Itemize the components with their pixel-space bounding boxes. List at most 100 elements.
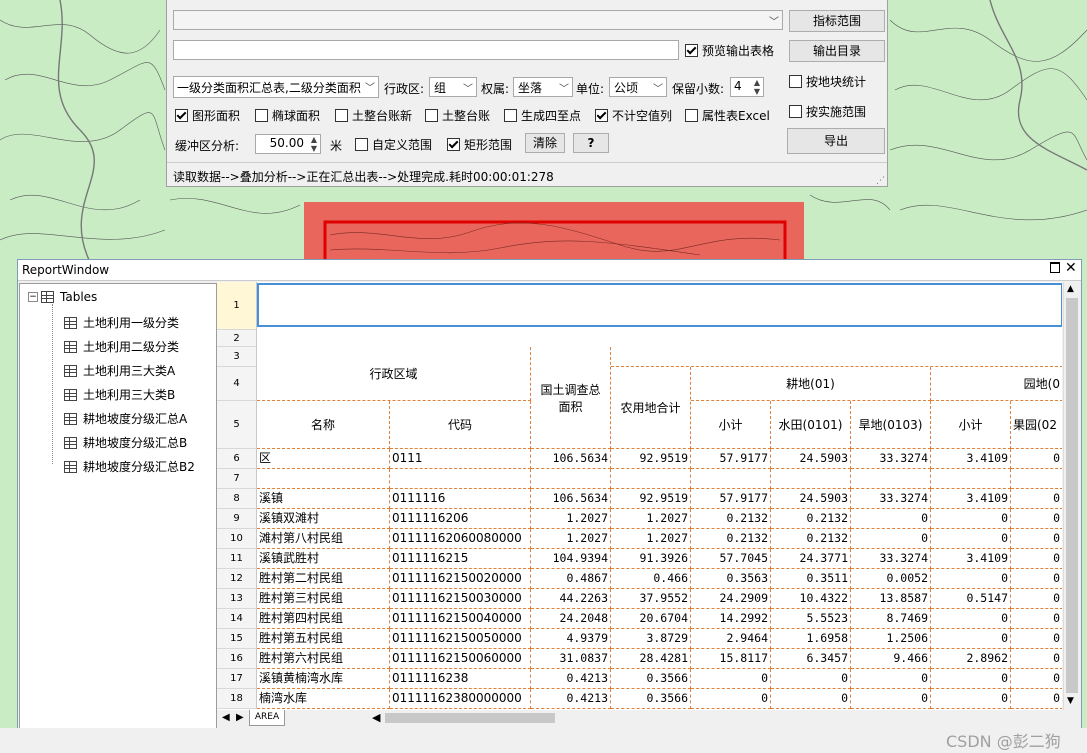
row-header[interactable]: 7 bbox=[217, 469, 257, 489]
row-header[interactable]: 5 bbox=[217, 401, 257, 449]
cell-gsub[interactable]: 0 bbox=[931, 529, 1011, 549]
cell-sub[interactable]: 0 bbox=[691, 689, 771, 709]
collapse-icon[interactable]: − bbox=[28, 292, 38, 302]
cell-dry[interactable]: 33.3274 bbox=[851, 549, 931, 569]
selected-cell[interactable] bbox=[257, 283, 1062, 327]
cell-paddy[interactable]: 0 bbox=[771, 669, 851, 689]
cell-survey[interactable] bbox=[531, 469, 611, 489]
row-header[interactable]: 16 bbox=[217, 649, 257, 669]
cell-orch[interactable]: 0 bbox=[1011, 609, 1062, 629]
spinner-icon[interactable]: ▲ ▼ bbox=[754, 78, 760, 96]
cell-orch[interactable]: 0 bbox=[1011, 589, 1062, 609]
cell-paddy[interactable] bbox=[771, 469, 851, 489]
cell-paddy[interactable]: 10.4322 bbox=[771, 589, 851, 609]
cell-survey[interactable]: 0.4867 bbox=[531, 569, 611, 589]
cell-orch[interactable]: 0 bbox=[1011, 689, 1062, 709]
cell-orch[interactable]: 0 bbox=[1011, 669, 1062, 689]
cell-agri[interactable]: 92.9519 bbox=[611, 449, 691, 469]
spinner-icon[interactable]: ▲ ▼ bbox=[311, 135, 317, 153]
cell-gsub[interactable]: 0 bbox=[931, 609, 1011, 629]
cell-name[interactable]: 胜村第二村民组 bbox=[257, 569, 390, 589]
export-button[interactable]: 导出 bbox=[787, 128, 885, 154]
cell-sub[interactable]: 2.9464 bbox=[691, 629, 771, 649]
tree-item[interactable]: 土地利用三大类B bbox=[64, 386, 175, 403]
cell-survey[interactable]: 24.2048 bbox=[531, 609, 611, 629]
cell-survey[interactable]: 106.5634 bbox=[531, 489, 611, 509]
cell-dry[interactable]: 1.2506 bbox=[851, 629, 931, 649]
cell-agri[interactable]: 1.2027 bbox=[611, 509, 691, 529]
row-header[interactable]: 15 bbox=[217, 629, 257, 649]
cell-code[interactable]: 01111162150050000 bbox=[390, 629, 531, 649]
cell-survey[interactable]: 44.2263 bbox=[531, 589, 611, 609]
cell-code[interactable] bbox=[390, 469, 531, 489]
report-type-select[interactable]: 一级分类面积汇总表,二级分类面积 ﹀ bbox=[173, 76, 379, 98]
cell-dry[interactable]: 33.3274 bbox=[851, 449, 931, 469]
tab-area[interactable]: AREA bbox=[249, 710, 285, 726]
cell-code[interactable]: 0111116238 bbox=[390, 669, 531, 689]
scroll-left-icon[interactable]: ◀ bbox=[372, 711, 380, 724]
cell-sub[interactable]: 24.2909 bbox=[691, 589, 771, 609]
tree-item[interactable]: 土地利用一级分类 bbox=[64, 314, 179, 331]
cell-code[interactable]: 01111162060080000 bbox=[390, 529, 531, 549]
output-dir-button[interactable]: 输出目录 bbox=[789, 40, 885, 62]
owner-select[interactable]: 坐落 ﹀ bbox=[513, 77, 573, 97]
cell-dry[interactable]: 33.3274 bbox=[851, 489, 931, 509]
cell-sub[interactable] bbox=[691, 469, 771, 489]
cell-survey[interactable]: 31.0837 bbox=[531, 649, 611, 669]
cell-orch[interactable]: 0 bbox=[1011, 449, 1062, 469]
attr-excel-checkbox[interactable]: 属性表Excel bbox=[685, 107, 770, 123]
row-header[interactable]: 3 bbox=[217, 347, 257, 367]
row-header[interactable]: 2 bbox=[217, 330, 257, 347]
cell-gsub[interactable]: 0 bbox=[931, 629, 1011, 649]
cell-gsub[interactable]: 0 bbox=[931, 689, 1011, 709]
row-header[interactable]: 9 bbox=[217, 509, 257, 529]
output-path-input[interactable] bbox=[173, 40, 679, 60]
cell-gsub[interactable]: 0 bbox=[931, 509, 1011, 529]
cell-code[interactable]: 0111116215 bbox=[390, 549, 531, 569]
cell-survey[interactable]: 1.2027 bbox=[531, 509, 611, 529]
cell-paddy[interactable]: 0 bbox=[771, 689, 851, 709]
cell-survey[interactable]: 0.4213 bbox=[531, 689, 611, 709]
cell-code[interactable]: 01111162150030000 bbox=[390, 589, 531, 609]
land-ledger-checkbox[interactable]: 土整台账 bbox=[425, 107, 490, 123]
preview-output-checkbox[interactable]: 预览输出表格 bbox=[685, 42, 774, 58]
row-header[interactable]: 17 bbox=[217, 669, 257, 689]
cell-code[interactable]: 0111 bbox=[390, 449, 531, 469]
cell-paddy[interactable]: 0.2132 bbox=[771, 529, 851, 549]
buffer-distance-stepper[interactable]: 50.00 ▲ ▼ bbox=[255, 134, 321, 154]
cell-gsub[interactable]: 3.4109 bbox=[931, 489, 1011, 509]
row-header[interactable]: 4 bbox=[217, 367, 257, 401]
cell-name[interactable]: 区 bbox=[257, 449, 390, 469]
scroll-thumb[interactable] bbox=[1066, 298, 1078, 693]
tab-prev-icon[interactable]: ◀ bbox=[222, 712, 230, 723]
cell-paddy[interactable]: 24.3771 bbox=[771, 549, 851, 569]
cell-name[interactable]: 楠湾水库 bbox=[257, 689, 390, 709]
cell-gsub[interactable] bbox=[931, 469, 1011, 489]
cell-code[interactable]: 01111162380000000 bbox=[390, 689, 531, 709]
maximize-icon[interactable] bbox=[1050, 262, 1060, 273]
impl-range-checkbox[interactable]: 按实施范围 bbox=[789, 103, 866, 119]
cell-name[interactable]: 溪镇 bbox=[257, 489, 390, 509]
custom-range-checkbox[interactable]: 自定义范围 bbox=[355, 136, 432, 152]
cell-sub[interactable]: 15.8117 bbox=[691, 649, 771, 669]
tree-item[interactable]: 土地利用三大类A bbox=[64, 362, 175, 379]
unit-select[interactable]: 公顷 ﹀ bbox=[609, 77, 667, 97]
top-combo[interactable]: ﹀ bbox=[173, 10, 783, 30]
cell-code[interactable]: 01111162150060000 bbox=[390, 649, 531, 669]
cell-paddy[interactable]: 24.5903 bbox=[771, 449, 851, 469]
cell-gsub[interactable]: 0 bbox=[931, 669, 1011, 689]
cell-name[interactable]: 胜村第四村民组 bbox=[257, 609, 390, 629]
ellipsoid-area-checkbox[interactable]: 椭球面积 bbox=[255, 107, 320, 123]
skip-empty-checkbox[interactable]: 不计空值列 bbox=[595, 107, 672, 123]
cell-agri[interactable] bbox=[611, 469, 691, 489]
row-header[interactable]: 18 bbox=[217, 689, 257, 709]
cell-sub[interactable]: 57.7045 bbox=[691, 549, 771, 569]
rect-range-checkbox[interactable]: 矩形范围 bbox=[447, 136, 512, 152]
cell-name[interactable]: 溪镇双滩村 bbox=[257, 509, 390, 529]
cell-orch[interactable]: 0 bbox=[1011, 489, 1062, 509]
cell-agri[interactable]: 28.4281 bbox=[611, 649, 691, 669]
close-icon[interactable]: ✕ bbox=[1065, 260, 1077, 276]
cell-code[interactable]: 0111116 bbox=[390, 489, 531, 509]
cell-sub[interactable]: 0.2132 bbox=[691, 509, 771, 529]
row-header[interactable]: 1 bbox=[217, 282, 257, 330]
